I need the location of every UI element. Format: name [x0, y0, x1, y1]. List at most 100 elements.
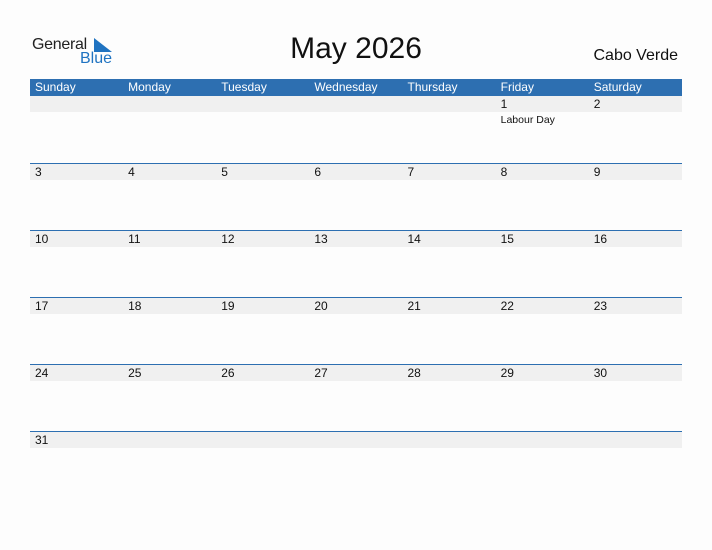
day-number: 13 [309, 231, 403, 247]
day-cell: 18 [123, 298, 217, 364]
day-cell: 9 [588, 164, 682, 230]
day-cell: 23 [588, 298, 682, 364]
day-number: 20 [309, 298, 403, 314]
day-number: 21 [402, 298, 496, 314]
day-cell: 16 [588, 231, 682, 297]
day-number: 24 [30, 365, 124, 381]
day-cell: 17 [30, 298, 124, 364]
week-row: 31 [30, 431, 682, 461]
country-label: Cabo Verde [593, 47, 678, 64]
day-cell: 27 [309, 365, 403, 431]
weekday-friday: Friday [500, 80, 534, 94]
day-cell: 6 [309, 164, 403, 230]
day-number: 8 [495, 164, 589, 180]
day-cell: 30 [588, 365, 682, 431]
week-row: 3456789 [30, 163, 682, 230]
week-row: 17 18 19 20 21 22 23 [30, 297, 682, 364]
day-cell: 1 Labour Day [495, 96, 589, 163]
day-number [309, 432, 403, 448]
day-cell: 22 [495, 298, 589, 364]
day-cell: 12 [216, 231, 310, 297]
weekday-thursday: Thursday [407, 80, 458, 94]
weekday-header: Sunday Monday Tuesday Wednesday Thursday… [30, 79, 682, 96]
day-cell: 28 [402, 365, 496, 431]
day-number: 10 [30, 231, 124, 247]
day-number [495, 432, 589, 448]
day-number [216, 96, 310, 112]
day-number: 28 [402, 365, 496, 381]
day-number [309, 96, 403, 112]
day-number [123, 432, 217, 448]
day-cell [309, 432, 403, 461]
holiday-label: Labour Day [500, 114, 555, 126]
day-cell: 26 [216, 365, 310, 431]
day-cell: 5 [216, 164, 310, 230]
day-number: 3 [30, 164, 124, 180]
day-number: 12 [216, 231, 310, 247]
day-number: 18 [123, 298, 217, 314]
day-cell: 24 [30, 365, 124, 431]
day-cell: 21 [402, 298, 496, 364]
day-number [402, 432, 496, 448]
day-cell: 29 [495, 365, 589, 431]
day-number: 7 [402, 164, 496, 180]
day-number [216, 432, 310, 448]
day-cell: 13 [309, 231, 403, 297]
day-number: 31 [30, 432, 124, 448]
day-number: 15 [495, 231, 589, 247]
day-number: 29 [495, 365, 589, 381]
day-cell: 19 [216, 298, 310, 364]
day-number: 17 [30, 298, 124, 314]
day-cell [123, 96, 217, 163]
day-number [30, 96, 124, 112]
day-cell: 20 [309, 298, 403, 364]
day-number: 14 [402, 231, 496, 247]
day-cell: 11 [123, 231, 217, 297]
day-number: 16 [588, 231, 682, 247]
day-number [123, 96, 217, 112]
day-cell [588, 432, 682, 461]
day-cell [216, 96, 310, 163]
day-cell [216, 432, 310, 461]
day-number: 4 [123, 164, 217, 180]
day-cell: 15 [495, 231, 589, 297]
day-cell [309, 96, 403, 163]
day-cell: 3 [30, 164, 124, 230]
day-cell: 25 [123, 365, 217, 431]
weekday-wednesday: Wednesday [314, 80, 378, 94]
day-number: 1 [495, 96, 589, 112]
day-cell [495, 432, 589, 461]
day-number: 11 [123, 231, 217, 247]
day-cell [402, 96, 496, 163]
weekday-tuesday: Tuesday [221, 80, 267, 94]
day-cell: 2 [588, 96, 682, 163]
day-cell: 14 [402, 231, 496, 297]
day-number: 27 [309, 365, 403, 381]
day-number: 22 [495, 298, 589, 314]
day-number: 5 [216, 164, 310, 180]
day-cell [30, 96, 124, 163]
day-cell: 8 [495, 164, 589, 230]
week-row: 24 25 26 27 28 29 30 [30, 364, 682, 431]
day-number: 9 [588, 164, 682, 180]
weekday-sunday: Sunday [35, 80, 76, 94]
day-number: 19 [216, 298, 310, 314]
day-cell: 10 [30, 231, 124, 297]
calendar-grid: 1 Labour Day 2 3 4 5 6 7 8 9 10 11 12 13 14 15 16 17 18 19 2… [30, 96, 682, 461]
day-number: 2 [588, 96, 682, 112]
day-number: 6 [309, 164, 403, 180]
day-number [588, 432, 682, 448]
day-number: 23 [588, 298, 682, 314]
day-cell [402, 432, 496, 461]
day-number: 25 [123, 365, 217, 381]
week-row: 1 Labour Day 2 [30, 96, 682, 163]
day-number [402, 96, 496, 112]
day-cell: 31 [30, 432, 124, 461]
week-row: 10 11 12 13 14 15 16 [30, 230, 682, 297]
weekday-monday: Monday [128, 80, 171, 94]
day-cell [123, 432, 217, 461]
day-cell: 4 [123, 164, 217, 230]
day-number: 26 [216, 365, 310, 381]
day-cell: 7 [402, 164, 496, 230]
weekday-saturday: Saturday [593, 80, 642, 94]
